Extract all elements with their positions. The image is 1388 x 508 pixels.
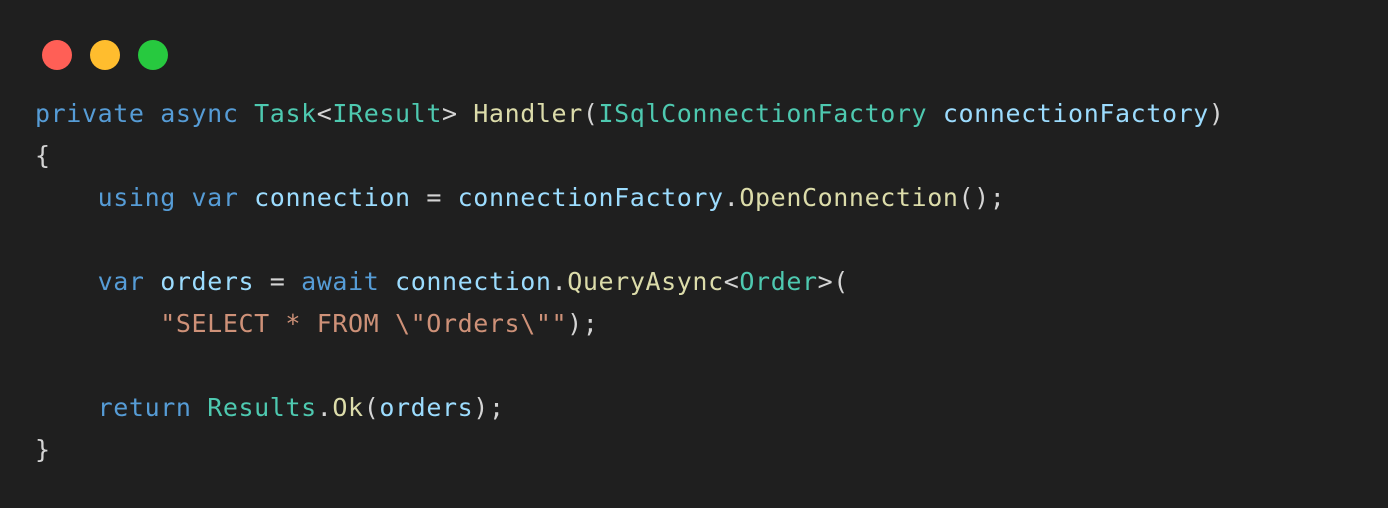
code-token: OpenConnection [739, 183, 959, 212]
code-token: connectionFactory [457, 183, 724, 212]
code-token: Order [739, 267, 818, 296]
code-line: ​ [35, 345, 1225, 387]
code-token: return [97, 393, 192, 422]
code-token: ( [582, 99, 599, 128]
code-line: private async Task<IResult> Handler(ISql… [35, 93, 1225, 135]
code-token: orders [379, 393, 474, 422]
window-controls [42, 40, 168, 70]
code-token: = [254, 267, 302, 296]
code-token: . [316, 393, 333, 422]
maximize-button[interactable] [138, 40, 168, 70]
minimize-button[interactable] [90, 40, 120, 70]
code-token: >( [817, 267, 849, 296]
code-token: private [35, 99, 145, 128]
code-token: } [35, 435, 51, 464]
code-token: Ok [332, 393, 364, 422]
code-token: ( [363, 393, 380, 422]
code-token: = [410, 183, 458, 212]
code-token: (); [958, 183, 1006, 212]
code-token: connectionFactory [942, 99, 1209, 128]
code-token: Results [207, 393, 317, 422]
code-token: { [35, 141, 51, 170]
code-token: IResult [332, 99, 442, 128]
code-line: "SELECT * FROM \"Orders\""); [35, 303, 1225, 345]
code-token: > [441, 99, 474, 128]
close-button[interactable] [42, 40, 72, 70]
code-token: var [97, 267, 145, 296]
code-token: . [723, 183, 740, 212]
code-token: QueryAsync [567, 267, 724, 296]
code-line: using var connection = connectionFactory… [35, 177, 1225, 219]
code-line: var orders = await connection.QueryAsync… [35, 261, 1225, 303]
code-token: connection [395, 267, 552, 296]
code-token: var [191, 183, 239, 212]
code-line: return Results.Ok(orders); [35, 387, 1225, 429]
code-token: Task [254, 99, 317, 128]
code-token: async [160, 99, 239, 128]
code-token: ); [473, 393, 505, 422]
code-token: connection [254, 183, 411, 212]
code-token: < [723, 267, 740, 296]
code-token: using [97, 183, 176, 212]
code-token: "SELECT * FROM \"Orders\"" [160, 309, 568, 338]
code-line: { [35, 135, 1225, 177]
code-token: ) [1208, 99, 1225, 128]
code-token: Handler [473, 99, 583, 128]
code-line: } [35, 429, 1225, 471]
code-token: ISqlConnectionFactory [598, 99, 928, 128]
code-token: . [551, 267, 568, 296]
code-token: ); [567, 309, 599, 338]
code-token: < [316, 99, 333, 128]
code-window: private async Task<IResult> Handler(ISql… [0, 0, 1388, 508]
code-block: private async Task<IResult> Handler(ISql… [35, 93, 1225, 471]
code-token: orders [160, 267, 255, 296]
code-line: ​ [35, 219, 1225, 261]
code-token: await [301, 267, 380, 296]
